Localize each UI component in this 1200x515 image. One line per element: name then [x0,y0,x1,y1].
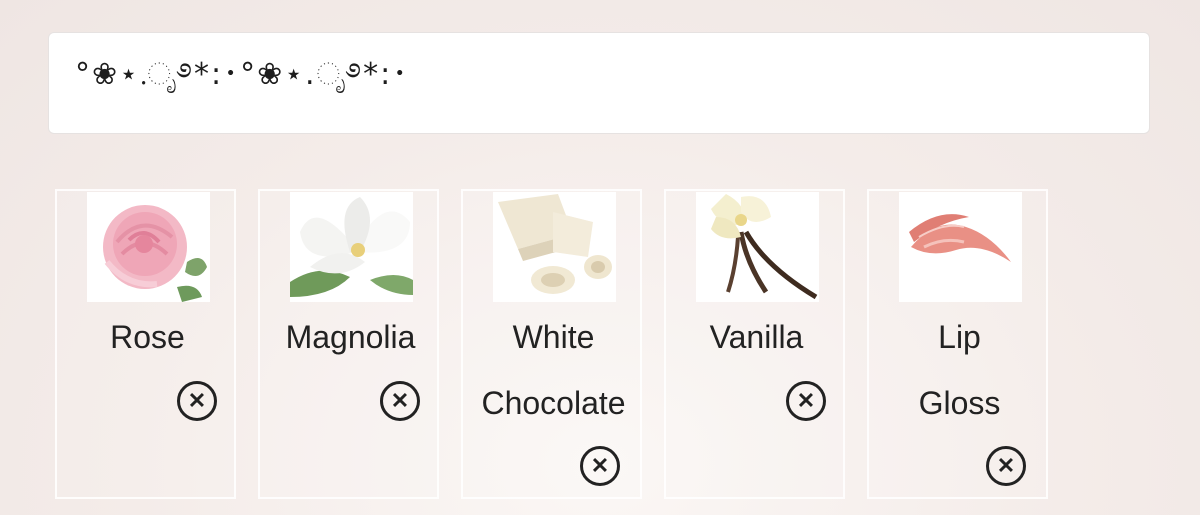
remove-magnolia-button[interactable]: ✕ [380,381,420,421]
note-tile-vanilla: Vanilla ✕ [664,189,845,499]
note-label-gloss: Gloss [918,385,1001,421]
search-input-value: °❀⋆.ೃ࿔*:･°❀⋆.ೃ࿔*:･ [75,57,410,92]
note-label-magnolia: Magnolia [285,319,416,355]
note-tile-lip-gloss: Lip Gloss ✕ [867,189,1048,499]
remove-rose-button[interactable]: ✕ [177,381,217,421]
note-tile-white-chocolate: White Chocolate ✕ [461,189,642,499]
remove-white-chocolate-button[interactable]: ✕ [580,446,620,486]
white-chocolate-image [493,192,616,302]
vanilla-image [696,192,819,302]
close-circle-icon: ✕ [390,388,410,413]
note-tile-magnolia: Magnolia ✕ [258,189,439,499]
note-label-rose: Rose [110,319,185,355]
rose-image [87,192,210,302]
search-input[interactable]: °❀⋆.ೃ࿔*:･°❀⋆.ೃ࿔*:･ [48,32,1150,134]
lip-gloss-image [899,192,1022,302]
close-circle-icon: ✕ [796,388,816,413]
note-label-lip: Lip [938,319,981,355]
note-tile-rose: Rose ✕ [55,189,236,499]
note-label-chocolate: Chocolate [481,385,626,421]
remove-vanilla-button[interactable]: ✕ [786,381,826,421]
magnolia-image [290,192,413,302]
close-circle-icon: ✕ [996,453,1016,478]
note-label-vanilla: Vanilla [709,319,804,355]
note-label-white: White [512,319,595,355]
close-circle-icon: ✕ [590,453,610,478]
remove-lip-gloss-button[interactable]: ✕ [986,446,1026,486]
close-circle-icon: ✕ [187,388,207,413]
